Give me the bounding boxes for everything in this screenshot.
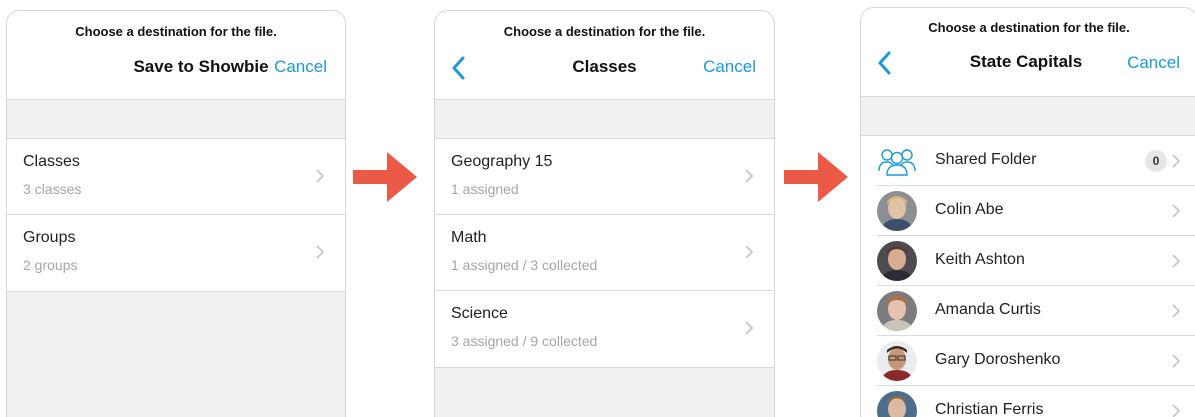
chevron-right-icon [745, 245, 754, 259]
shared-folder-name: Shared Folder [935, 151, 1037, 168]
shared-folder-row[interactable]: Shared Folder 0 [861, 136, 1195, 186]
save-to-showbie-panel: Choose a destination for the file. Save … [6, 10, 346, 417]
destination-prompt: Choose a destination for the file. [75, 24, 277, 39]
list-item-classes[interactable]: Classes 3 classes [7, 139, 345, 215]
classes-panel: Choose a destination for the file. Class… [434, 10, 775, 417]
destination-prompt: Choose a destination for the file. [503, 24, 706, 39]
count-badge: 0 [1145, 150, 1167, 172]
student-name: Amanda Curtis [935, 301, 1041, 318]
chevron-right-icon [1172, 254, 1181, 268]
panel-header: Choose a destination for the file. Save … [7, 11, 345, 100]
student-row[interactable]: Colin Abe [861, 186, 1195, 236]
student-row[interactable]: Christian Ferris [861, 386, 1195, 417]
list-item-subtitle: 3 classes [23, 181, 82, 197]
chevron-right-icon [1172, 404, 1181, 417]
student-name: Gary Doroshenko [935, 351, 1061, 368]
list-item-subtitle: 2 groups [23, 257, 78, 273]
avatar [877, 241, 917, 281]
chevron-right-icon [316, 245, 325, 259]
chevron-right-icon [745, 169, 754, 183]
arrow-right-icon [784, 152, 848, 202]
list-item-class[interactable]: Geography 15 1 assigned [435, 139, 774, 215]
list-item-subtitle: 3 assigned / 9 collected [451, 333, 598, 349]
list-item-class[interactable]: Math 1 assigned / 3 collected [435, 215, 774, 291]
list-item-title: Math [451, 229, 487, 246]
list-item-subtitle: 1 assigned [451, 181, 519, 197]
chevron-right-icon [1172, 154, 1181, 168]
arrow-right-icon [353, 152, 417, 202]
chevron-right-icon [1172, 304, 1181, 318]
avatar [877, 391, 917, 417]
list-item-groups[interactable]: Groups 2 groups [7, 215, 345, 291]
list-item-title: Geography 15 [451, 153, 553, 170]
state-capitals-panel: Choose a destination for the file. State… [860, 7, 1195, 417]
avatar [877, 191, 917, 231]
student-row[interactable]: Amanda Curtis [861, 286, 1195, 336]
chevron-right-icon [745, 321, 754, 335]
student-list: Shared Folder 0 Colin Abe Keith Ashton A… [861, 135, 1195, 417]
student-name: Christian Ferris [935, 401, 1044, 417]
panel-header: Choose a destination for the file. State… [861, 8, 1195, 97]
chevron-right-icon [1172, 354, 1181, 368]
cancel-button[interactable]: Cancel [274, 57, 327, 77]
student-name: Keith Ashton [935, 251, 1025, 268]
chevron-right-icon [316, 169, 325, 183]
group-icon [878, 149, 916, 176]
student-row[interactable]: Gary Doroshenko [861, 336, 1195, 386]
destination-list: Classes 3 classes Groups 2 groups [7, 138, 345, 292]
cancel-button[interactable]: Cancel [703, 57, 756, 77]
list-item-title: Classes [23, 153, 80, 170]
panel-header: Choose a destination for the file. Class… [435, 11, 774, 100]
student-row[interactable]: Keith Ashton [861, 236, 1195, 286]
destination-prompt: Choose a destination for the file. [928, 20, 1130, 35]
class-list: Geography 15 1 assigned Math 1 assigned … [435, 138, 774, 368]
list-item-class[interactable]: Science 3 assigned / 9 collected [435, 291, 774, 367]
list-item-title: Groups [23, 229, 76, 246]
list-item-subtitle: 1 assigned / 3 collected [451, 257, 598, 273]
avatar [877, 341, 917, 381]
list-item-title: Science [451, 305, 508, 322]
cancel-button[interactable]: Cancel [1127, 53, 1180, 73]
student-name: Colin Abe [935, 201, 1004, 218]
chevron-right-icon [1172, 204, 1181, 218]
avatar [877, 291, 917, 331]
